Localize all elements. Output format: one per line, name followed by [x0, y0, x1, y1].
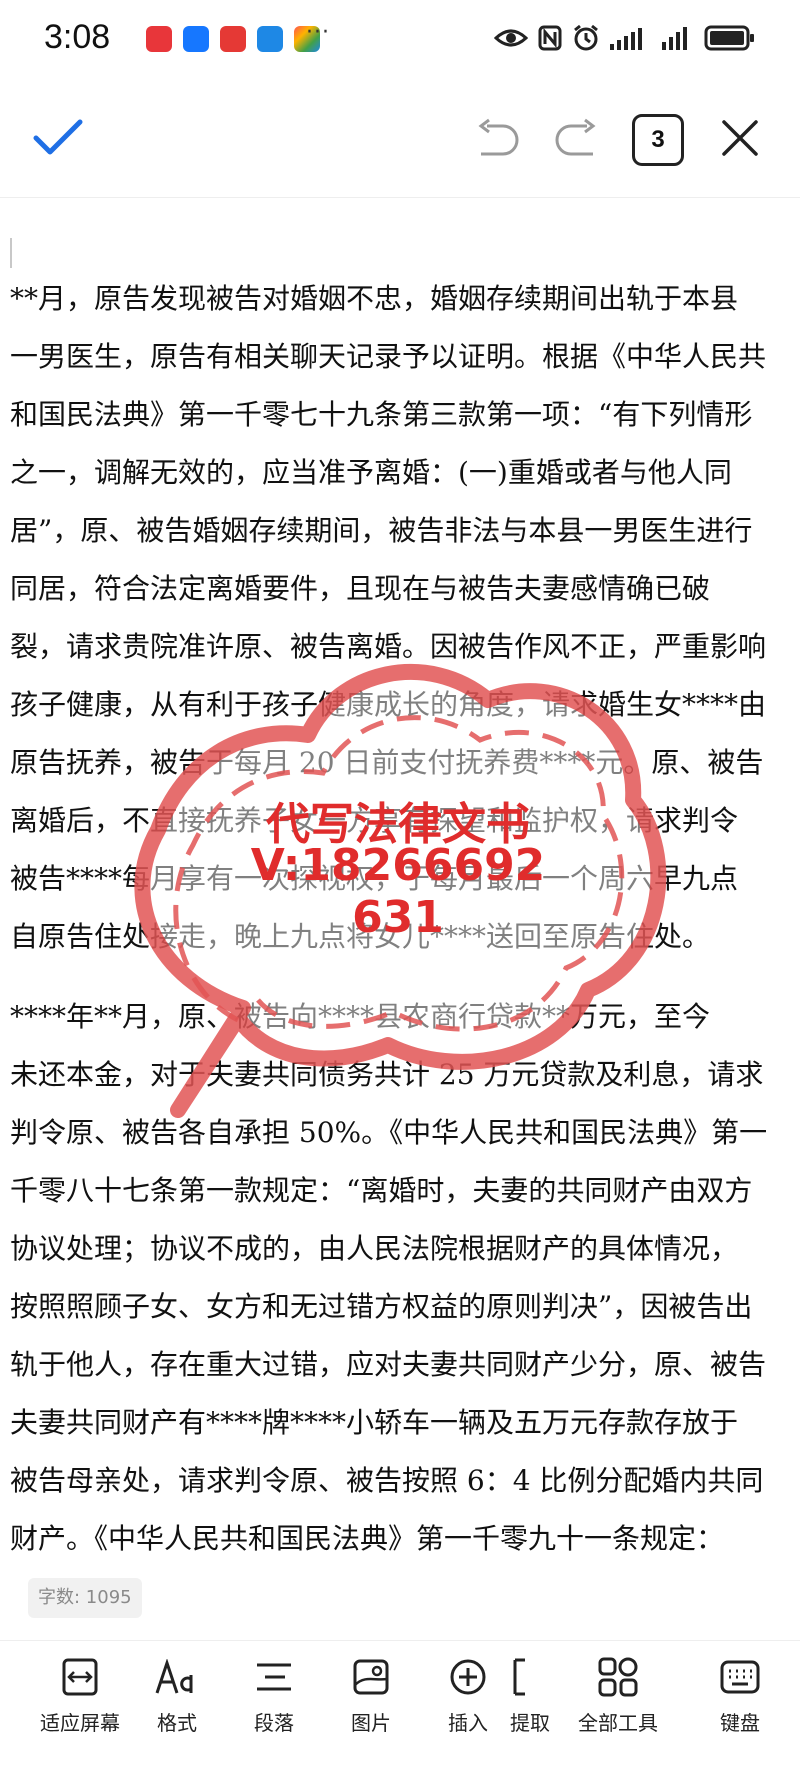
document-line: 轨于他人，存在重大过错，应对夫妻共同财产少分，原、被告 — [10, 1348, 767, 1381]
document-line: 判令原、被告各自承担 50%。《中华人民共和国民法典》第一 — [10, 1116, 768, 1149]
status-bar: 3:08 ··· — [0, 0, 800, 80]
document-line: 未还本金，对于夫妻共同债务共计 25 万元贷款及利息，请求 — [10, 1058, 764, 1091]
document-line: 夫妻共同财产有****牌****小轿车一辆及五万元存款存放于 — [10, 1406, 739, 1439]
insert-icon — [444, 1653, 492, 1701]
paragraph-icon — [250, 1653, 298, 1701]
lightbulb-app-icon — [257, 26, 283, 52]
eye-icon — [494, 29, 528, 47]
confirm-button[interactable] — [30, 110, 86, 166]
format-icon — [153, 1653, 201, 1701]
document-line: 居”，原、被告婚姻存续期间，被告非法与本县一男医生进行 — [10, 514, 753, 547]
close-button[interactable] — [712, 110, 768, 166]
huawei-store-icon — [146, 26, 172, 52]
document-line: 被告****每月享有一次探视权，于每月最后一个周六早九点 — [10, 862, 739, 895]
alipay-icon — [183, 26, 209, 52]
status-indicators — [494, 24, 756, 52]
status-time: 3:08 — [44, 18, 111, 56]
status-more-indicator: ··· — [306, 20, 330, 45]
undo-button[interactable] — [470, 110, 526, 166]
document-line: 同居，符合法定离婚要件，且现在与被告夫妻感情确已破 — [10, 572, 711, 605]
document-body[interactable]: **月，原告发现被告对婚姻不忠，婚姻存续期间出轨于本县 一男医生，原告有相关聊天… — [0, 198, 800, 1578]
battery-icon — [704, 25, 754, 51]
insert-label: 插入 — [448, 1711, 488, 1735]
paragraph-label: 段落 — [254, 1711, 294, 1735]
document-line: 自原告住处接走，晚上九点将女儿****送回至原告住处。 — [10, 920, 711, 953]
fit-screen-label: 适应屏幕 — [40, 1711, 120, 1735]
word-count-badge: 字数: 1095 — [28, 1578, 142, 1618]
signal-icon — [662, 27, 687, 50]
image-label: 图片 — [351, 1711, 391, 1735]
all-tools-icon — [594, 1653, 642, 1701]
keyboard-icon — [716, 1653, 764, 1701]
image-icon — [347, 1653, 395, 1701]
page-count-button[interactable]: 3 — [632, 114, 684, 166]
fit-screen-icon — [56, 1653, 104, 1701]
extract-icon — [506, 1653, 554, 1701]
document-line: 按照照顾子女、女方和无过错方权益的原则判决”，因被告出 — [10, 1290, 753, 1323]
document-line: 被告母亲处，请求判令原、被告按照 6：4 比例分配婚内共同 — [10, 1464, 764, 1497]
document-line: 原告抚养，被告于每月 20 日前支付抚养费****元。原、被告 — [10, 746, 764, 779]
redo-icon — [555, 118, 596, 156]
format-label: 格式 — [157, 1711, 197, 1735]
close-icon — [722, 120, 758, 156]
document-line: 离婚后，不直接抚养子女一方享有探望和监护权，请求判令 — [10, 804, 739, 837]
keyboard-label: 键盘 — [720, 1711, 760, 1735]
page-margin-marker — [10, 238, 12, 268]
document-line: 裂，请求贵院准许原、被告离婚。因被告作风不正，严重影响 — [10, 630, 767, 663]
keyboard-button[interactable]: 键盘 — [680, 1653, 800, 1753]
document-line: 一男医生，原告有相关聊天记录予以证明。根据《中华人民共 — [10, 340, 767, 373]
checkmark-icon — [33, 119, 83, 155]
red-app-icon — [220, 26, 246, 52]
all-tools-button[interactable]: 全部工具 — [558, 1653, 678, 1753]
nfc-icon — [538, 25, 562, 51]
document-line: 孩子健康，从有利于孩子健康成长的角度，请求婚生女****由 — [10, 688, 767, 721]
document-line: 和国民法典》第一千零七十九条第三款第一项：“有下列情形 — [10, 398, 753, 431]
document-line: ****年**月，原、被告向****县农商行贷款**万元，至今 — [10, 1000, 711, 1033]
undo-icon — [478, 118, 519, 156]
alarm-icon — [574, 24, 598, 51]
document-line: 千零八十七条第一款规定：“离婚时，夫妻的共同财产由双方 — [10, 1174, 753, 1207]
document-line: 协议处理；协议不成的，由人民法院根据财产的具体情况， — [10, 1232, 739, 1265]
notification-app-icons — [146, 26, 320, 52]
redo-button[interactable] — [548, 110, 604, 166]
signal-icon — [610, 28, 642, 50]
all-tools-label: 全部工具 — [578, 1711, 658, 1735]
document-line: 财产。《中华人民共和国民法典》第一千零九十一条规定： — [10, 1522, 725, 1555]
page-count-label: 3 — [651, 126, 665, 153]
bottom-toolbar: 适应屏幕 格式 段落 图片 插入 提取 全部工具 键盘 — [0, 1640, 800, 1768]
document-line: 之一，调解无效的，应当准予离婚：(一)重婚或者与他人同 — [10, 456, 732, 489]
extract-label: 提取 — [510, 1711, 550, 1735]
document-line: **月，原告发现被告对婚姻不忠，婚姻存续期间出轨于本县 — [10, 282, 739, 315]
